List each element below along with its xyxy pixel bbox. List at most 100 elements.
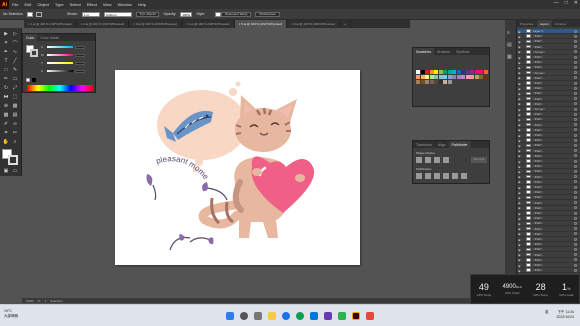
visibility-eye-icon[interactable]: ◉ [518,40,522,44]
chrome-icon[interactable] [296,312,304,320]
file-explorer-icon[interactable] [268,312,276,320]
target-circle-icon[interactable] [574,71,577,75]
color-swatch[interactable] [416,75,420,79]
outline-icon[interactable] [452,173,458,179]
blend-tool-icon[interactable]: ∞ [11,120,19,128]
visibility-eye-icon[interactable]: ◉ [518,61,522,65]
expand-button[interactable]: Expand [471,157,487,163]
color-swatch[interactable] [452,75,456,79]
visibility-eye-icon[interactable]: ◉ [518,139,522,143]
libraries-icon[interactable]: ▦ [507,54,512,60]
color-swatch[interactable] [474,75,479,79]
doc-tab[interactable]: × 4.ai @ 100 % (CMYK/Preview) [182,20,235,28]
target-circle-icon[interactable] [574,263,577,267]
visibility-eye-icon[interactable]: ◉ [518,238,522,242]
visibility-eye-icon[interactable]: ◉ [518,248,522,252]
visibility-eye-icon[interactable]: ◉ [518,108,522,112]
color-swatch[interactable] [465,70,470,74]
line-tool-icon[interactable]: ╱ [11,57,19,65]
app-icon[interactable] [366,312,374,320]
target-circle-icon[interactable] [574,81,577,85]
visibility-eye-icon[interactable]: ◉ [518,154,522,158]
menu-edit[interactable]: Edit [21,2,34,7]
draw-mode-icon[interactable]: ▣ [2,167,10,175]
trim-icon[interactable] [425,173,431,179]
close-button[interactable]: ✕ [574,0,578,6]
color-swatch[interactable] [456,75,461,79]
visibility-eye-icon[interactable]: ◉ [518,180,522,184]
visibility-eye-icon[interactable]: ◉ [518,222,522,226]
maximize-button[interactable]: □ [565,0,568,6]
visibility-eye-icon[interactable]: ◉ [518,92,522,96]
tab-align[interactable]: Align [435,141,449,148]
color-swatch[interactable] [443,75,447,79]
visibility-eye-icon[interactable]: ◉ [518,45,522,49]
tab-properties[interactable]: Properties [517,20,537,27]
target-circle-icon[interactable] [574,206,577,210]
visibility-eye-icon[interactable]: ◉ [518,134,522,138]
intersect-icon[interactable] [434,157,440,163]
swatch-grid[interactable] [416,70,488,100]
slice-tool-icon[interactable]: ✂ [11,129,19,137]
visibility-eye-icon[interactable]: ◉ [518,102,522,106]
target-circle-icon[interactable] [574,102,577,106]
visibility-eye-icon[interactable]: ◉ [518,160,522,164]
target-circle-icon[interactable] [574,29,577,33]
visibility-eye-icon[interactable]: ◉ [518,258,522,262]
slider-track[interactable] [47,46,73,48]
target-circle-icon[interactable] [574,159,577,163]
visibility-eye-icon[interactable]: ◉ [518,56,522,60]
visibility-eye-icon[interactable]: ◉ [518,206,522,210]
wechat-icon[interactable] [338,312,346,320]
color-swatch[interactable] [461,75,465,79]
visibility-eye-icon[interactable]: ◉ [518,232,522,236]
layers-icon[interactable]: ▤ [507,42,512,48]
visibility-eye-icon[interactable]: ◉ [518,123,522,127]
visibility-eye-icon[interactable]: ◉ [518,196,522,200]
menu-type[interactable]: Type [52,2,67,7]
target-circle-icon[interactable] [574,107,577,111]
target-circle-icon[interactable] [574,268,577,272]
color-swatch[interactable] [434,80,438,84]
target-circle-icon[interactable] [574,201,577,205]
color-swatch[interactable] [429,75,434,79]
color-swatch[interactable] [416,70,420,74]
target-circle-icon[interactable] [574,60,577,64]
target-circle-icon[interactable] [574,237,577,241]
shaper-tool-icon[interactable]: ✏ [2,75,10,83]
direct-selection-icon[interactable]: ▷ [11,30,19,38]
target-circle-icon[interactable] [574,195,577,199]
stroke-weight-input[interactable]: 1 pt [81,11,100,17]
target-circle-icon[interactable] [574,65,577,69]
color-swatch[interactable] [443,70,447,74]
screen-mode-icon[interactable]: ▭ [11,167,19,175]
eraser-icon[interactable]: ▭ [11,75,19,83]
visibility-eye-icon[interactable]: ◉ [518,113,522,117]
lasso-icon[interactable]: ⌒ [11,39,19,47]
visibility-eye-icon[interactable]: ◉ [518,76,522,80]
selection-tool-icon[interactable]: ▶ [2,30,10,38]
artboard-tool-icon[interactable]: ⌗ [2,129,10,137]
visibility-eye-icon[interactable]: ◉ [518,97,522,101]
slider-value-field[interactable] [75,69,85,73]
color-swatch[interactable] [479,70,483,74]
target-circle-icon[interactable] [574,227,577,231]
scale-tool-icon[interactable]: ⤢ [11,84,19,92]
menu-window[interactable]: Window [114,2,134,7]
target-circle-icon[interactable] [574,242,577,246]
magic-wand-icon[interactable]: ✶ [2,39,10,47]
app-icon[interactable] [324,312,332,320]
black-slider[interactable]: K [41,69,93,73]
color-swatch[interactable] [483,70,488,74]
visibility-eye-icon[interactable]: ◉ [518,118,522,122]
color-swatch[interactable] [443,80,447,84]
target-circle-icon[interactable] [574,45,577,49]
hand-tool-icon[interactable]: ✋ [2,138,10,146]
color-swatch[interactable] [434,75,438,79]
target-circle-icon[interactable] [574,138,577,142]
target-circle-icon[interactable] [574,97,577,101]
color-swatch[interactable] [429,70,434,74]
visibility-eye-icon[interactable]: ◉ [518,253,522,257]
target-circle-icon[interactable] [574,185,577,189]
visibility-eye-icon[interactable]: ◉ [518,191,522,195]
